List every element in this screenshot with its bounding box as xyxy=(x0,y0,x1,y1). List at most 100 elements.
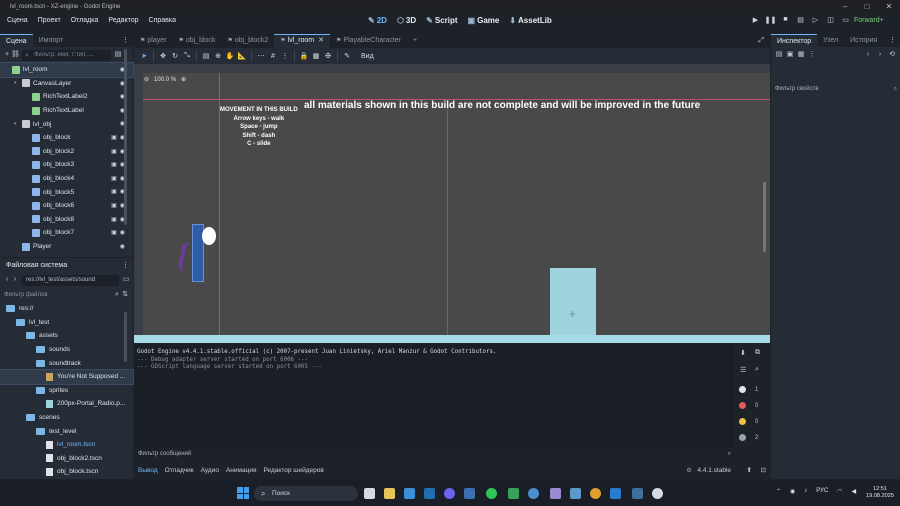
pin-icon[interactable]: ⬆ xyxy=(747,466,752,474)
scene-filter-input[interactable]: Фильтр: имя, т:тип, ... xyxy=(22,49,111,61)
tab-scene[interactable]: Сцена xyxy=(0,34,33,47)
view-menu[interactable]: Вид xyxy=(361,53,374,60)
log-count[interactable]: 1 xyxy=(739,386,758,393)
menu-project[interactable]: Проект xyxy=(38,17,61,24)
menu-help[interactable]: Справка xyxy=(149,17,176,24)
forward-icon[interactable]: › xyxy=(876,51,884,59)
grid-snap-icon[interactable]: # xyxy=(267,53,279,60)
file-tree-scrollbar[interactable] xyxy=(124,312,127,362)
tab-animation[interactable]: Анимация xyxy=(226,467,257,474)
player-head[interactable] xyxy=(202,227,216,245)
filter-list-icon[interactable]: ☰ xyxy=(740,366,746,374)
app-icon[interactable] xyxy=(528,488,539,499)
tool-icon[interactable]: ✎ xyxy=(341,52,353,60)
tab-node[interactable]: Узел xyxy=(817,34,844,47)
back-icon[interactable]: ‹ xyxy=(3,276,11,284)
workspace-3d[interactable]: ⬡ 3D xyxy=(397,16,416,25)
folder-item[interactable]: sounds xyxy=(0,343,133,357)
scene-node[interactable]: obj_block2 ▣ ◉ xyxy=(0,145,133,159)
path-field[interactable]: res://lvl_test/assets/sound xyxy=(22,274,119,286)
property-filter-input[interactable]: Фильтр свойств ⌕ ⚙ xyxy=(775,84,897,95)
scene-node[interactable]: obj_block7 ▣ ◉ xyxy=(0,226,133,240)
expand-icon[interactable]: ▾ xyxy=(14,121,20,127)
snap-options-icon[interactable]: ⋮ xyxy=(279,52,291,60)
pan-tool-icon[interactable]: ✋ xyxy=(224,52,236,60)
workspace-assetlib[interactable]: ⬇ AssetLib xyxy=(509,16,552,25)
pivot-tool-icon[interactable]: ⊕ xyxy=(212,52,224,60)
scene-node[interactable]: obj_block ▣ ◉ xyxy=(0,131,133,145)
ground-platform[interactable] xyxy=(134,335,770,343)
scene-node[interactable]: obj_block5 ▣ ◉ xyxy=(0,185,133,199)
history-icon[interactable]: ⟲ xyxy=(888,51,896,59)
file-item[interactable]: lvl_room.tscn xyxy=(0,438,133,452)
open-scene-icon[interactable]: ▣ xyxy=(111,229,117,236)
network-icon[interactable]: ◉ xyxy=(790,488,795,495)
warning-count[interactable]: 0 xyxy=(739,418,758,425)
scene-node[interactable]: obj_block4 ▣ ◉ xyxy=(0,172,133,186)
expand-panel-icon[interactable]: ⊡ xyxy=(761,466,766,474)
smart-snap-icon[interactable]: ⋯ xyxy=(255,52,267,60)
lock-icon[interactable]: 🔒 xyxy=(298,52,310,60)
clear-output-icon[interactable]: ⬇ xyxy=(740,349,746,357)
resource-options-icon[interactable]: ⋮ xyxy=(808,51,816,59)
scene-node[interactable]: ▾ CanvasLayer ◉ xyxy=(0,77,133,91)
search-icon[interactable]: ⌕ xyxy=(755,366,759,374)
close-icon[interactable]: ✕ xyxy=(878,0,900,14)
folder-item[interactable]: lvl_test xyxy=(0,316,133,330)
play-custom-scene-icon[interactable]: ◫ xyxy=(823,16,838,24)
canvas-viewport[interactable]: ⊖ 100.0 % ⊕ MOVEMENT IN THIS BUILD Arrow… xyxy=(134,64,770,343)
tab-obj-block[interactable]: ⚑ obj_block xyxy=(172,34,221,48)
sort-icon[interactable]: ⇅ xyxy=(121,291,129,299)
dock-menu-icon[interactable]: ⋮ xyxy=(122,34,129,47)
explorer-icon[interactable] xyxy=(384,488,395,499)
tab-import[interactable]: Импорт xyxy=(33,34,69,47)
tab-debugger[interactable]: Отладчик xyxy=(165,467,194,474)
tab-shader-editor[interactable]: Редактор шейдеров xyxy=(263,467,323,474)
tab-obj-block2[interactable]: ⚑ obj_block2 xyxy=(221,34,274,48)
add-node-icon[interactable]: + xyxy=(3,51,11,59)
attach-script-icon[interactable]: ▤ xyxy=(114,51,122,59)
vscode-icon[interactable] xyxy=(610,488,621,499)
scene-node[interactable]: ▾ lvl_obj ◉ xyxy=(0,117,133,131)
back-icon[interactable]: ‹ xyxy=(864,51,872,59)
menu-editor[interactable]: Редактор xyxy=(108,17,138,24)
spotify-icon[interactable] xyxy=(486,488,497,499)
tab-filesystem[interactable]: Файловая система xyxy=(0,259,74,272)
open-scene-icon[interactable]: ▣ xyxy=(111,148,117,155)
app-icon[interactable] xyxy=(464,488,475,499)
volume-icon[interactable]: ◀ xyxy=(852,488,857,495)
folder-item[interactable]: assets xyxy=(0,329,133,343)
open-scene-icon[interactable]: ▣ xyxy=(111,216,117,223)
skeleton-icon[interactable]: ✠ xyxy=(322,52,334,60)
app-icon[interactable] xyxy=(652,488,663,499)
scene-node[interactable]: lvl_room ◉ xyxy=(0,62,134,78)
scene-tree-scrollbar[interactable] xyxy=(124,49,127,225)
tab-audio[interactable]: Аудио xyxy=(201,467,219,474)
file-filter-input[interactable]: Фильтр файлов xyxy=(4,292,113,298)
open-scene-icon[interactable]: ▣ xyxy=(111,134,117,141)
stop-icon[interactable]: ■ xyxy=(778,16,793,24)
folder-item[interactable]: sprites xyxy=(0,384,133,398)
workspace-game[interactable]: ▣ Game xyxy=(468,16,500,25)
open-scene-icon[interactable]: ▣ xyxy=(111,175,117,182)
save-resource-icon[interactable]: ▦ xyxy=(797,51,805,59)
microphone-icon[interactable]: ♪ xyxy=(804,488,807,495)
rotate-tool-icon[interactable]: ↻ xyxy=(169,52,181,60)
clock[interactable]: 12:51 19.08.2025 xyxy=(866,486,894,500)
selectable-tool-icon[interactable]: ▤ xyxy=(200,52,212,60)
visibility-icon[interactable]: ◉ xyxy=(120,243,125,250)
app-icon[interactable] xyxy=(570,488,581,499)
discord-icon[interactable] xyxy=(444,488,455,499)
play-icon[interactable]: ▶ xyxy=(748,16,763,24)
expand-icon[interactable]: ▾ xyxy=(14,80,20,86)
instance-scene-icon[interactable]: ⛓ xyxy=(11,51,20,59)
menu-scene[interactable]: Сцена xyxy=(7,17,28,24)
task-view-icon[interactable] xyxy=(364,488,375,499)
app-icon[interactable] xyxy=(508,488,519,499)
file-item[interactable]: obj_block.tscn xyxy=(0,465,133,479)
folder-item[interactable]: soundtrack xyxy=(0,356,133,370)
scene-node[interactable]: RichTextLabel ◉ xyxy=(0,104,133,118)
tab-history[interactable]: История xyxy=(844,34,883,47)
tab-output[interactable]: Вывод xyxy=(138,467,158,474)
lang-indicator[interactable]: РУС xyxy=(816,488,828,495)
